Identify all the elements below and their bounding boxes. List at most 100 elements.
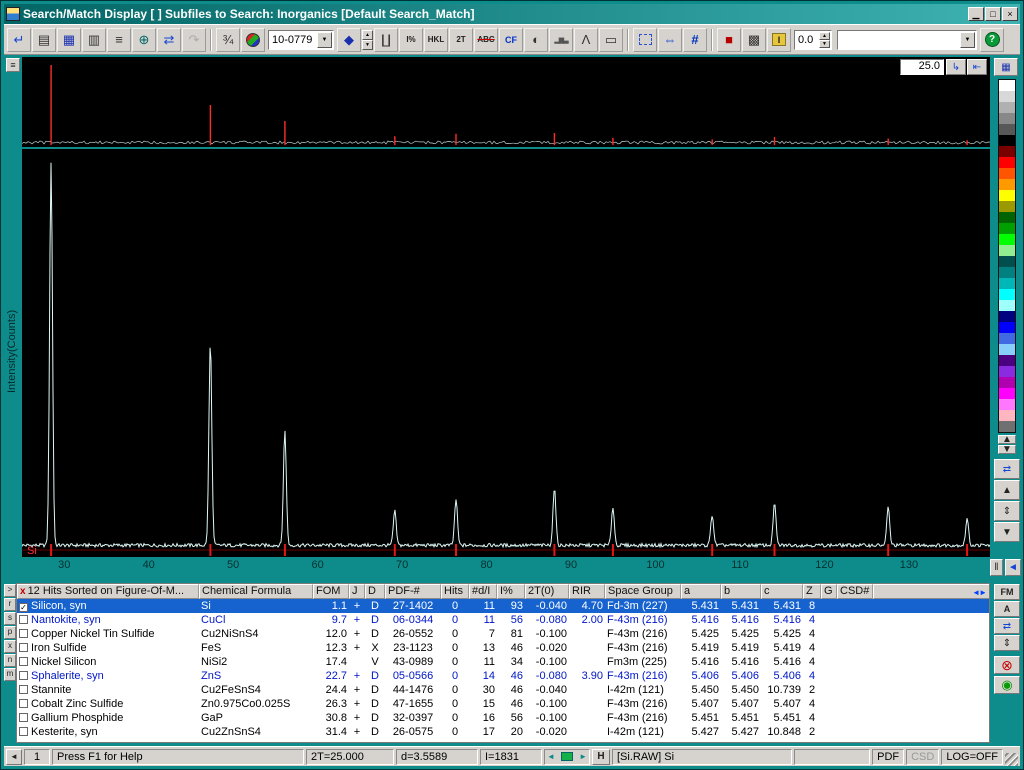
- theta-label-button[interactable]: 2T: [449, 28, 473, 52]
- simulate-globe-button[interactable]: [241, 28, 265, 52]
- palette-color[interactable]: [999, 91, 1015, 102]
- column-header-hits[interactable]: Hits: [441, 584, 469, 599]
- delete-hit-button[interactable]: ⊗: [994, 656, 1020, 674]
- scroll-left-icon[interactable]: ◄: [547, 750, 555, 764]
- zoom-box-button[interactable]: ▭: [599, 28, 623, 52]
- resize-grip[interactable]: [1005, 753, 1018, 766]
- row-checkbox[interactable]: [19, 699, 28, 708]
- row-hotkey-m[interactable]: m: [4, 668, 16, 681]
- palette-color[interactable]: [999, 179, 1015, 190]
- overview-chart[interactable]: [22, 57, 990, 147]
- chemical-formula-button[interactable]: CF: [499, 28, 523, 52]
- palette-color[interactable]: [999, 421, 1015, 432]
- palette-color[interactable]: [999, 344, 1015, 355]
- menu-button[interactable]: ≡: [6, 58, 20, 72]
- row-hotkey-p[interactable]: p: [4, 626, 16, 639]
- table-row[interactable]: Sphalerite, synZnS22.7+D05-056601446-0.0…: [17, 669, 989, 683]
- current-row-button[interactable]: >: [4, 584, 16, 597]
- exchange-button[interactable]: ⇄: [157, 28, 181, 52]
- help-button[interactable]: ?: [980, 28, 1004, 52]
- snap-corner-button[interactable]: ↳: [946, 59, 966, 75]
- hkl-label-button[interactable]: HKL: [424, 28, 448, 52]
- palette-color[interactable]: [999, 245, 1015, 256]
- swap-rows-button[interactable]: ⇕: [994, 635, 1020, 651]
- fm-sort-button[interactable]: FM: [994, 584, 1020, 600]
- palette-color[interactable]: [999, 80, 1015, 91]
- title-bar[interactable]: Search/Match Display [ ] Subfiles to Sea…: [4, 4, 1020, 24]
- scroll-thumb[interactable]: [561, 752, 573, 761]
- row-checkbox[interactable]: [19, 615, 28, 624]
- palette-color[interactable]: [999, 300, 1015, 311]
- background-button[interactable]: ¾: [216, 28, 240, 52]
- table-row[interactable]: Iron SulfideFeS12.3+X23-112301346-0.020F…: [17, 641, 989, 655]
- palette-color[interactable]: [999, 201, 1015, 212]
- column-header-b[interactable]: b: [721, 584, 761, 599]
- print-form-button[interactable]: ▥: [82, 28, 106, 52]
- table-row[interactable]: StanniteCu2FeSnS424.4+D44-147603046-0.04…: [17, 683, 989, 697]
- swap-columns-button[interactable]: ⇄: [994, 618, 1020, 634]
- pdf-spinner[interactable]: ▲▼: [362, 30, 373, 50]
- table-row[interactable]: Gallium PhosphideGaP30.8+D32-039701656-0…: [17, 711, 989, 725]
- palette-color[interactable]: [999, 322, 1015, 333]
- palette-color[interactable]: [999, 212, 1015, 223]
- row-hotkey-n[interactable]: n: [4, 654, 16, 667]
- row-checkbox[interactable]: [19, 727, 28, 736]
- table-row[interactable]: Nickel SiliconNiSi217.4V43-098901134-0.1…: [17, 655, 989, 669]
- home-left-button[interactable]: ⇤: [967, 59, 987, 75]
- pause-button[interactable]: ‖: [990, 559, 1003, 576]
- palette-scroll-down-button[interactable]: ▼: [998, 445, 1016, 454]
- column-header-nd[interactable]: #d/I: [469, 584, 497, 599]
- palette-color[interactable]: [999, 234, 1015, 245]
- pdf-status[interactable]: PDF: [872, 749, 904, 765]
- column-header-rir[interactable]: RIR: [569, 584, 605, 599]
- table-row[interactable]: Copper Nickel Tin SulfideCu2NiSnS412.0+D…: [17, 627, 989, 641]
- table-row[interactable]: Kesterite, synCu2ZnSnS431.4+D26-05750172…: [17, 725, 989, 739]
- amorphous-button[interactable]: A: [994, 601, 1020, 617]
- column-header-z[interactable]: Z: [803, 584, 821, 599]
- print-button[interactable]: ▤: [32, 28, 56, 52]
- red-swatch-button[interactable]: ■: [717, 28, 741, 52]
- abc-label-button[interactable]: ABC: [474, 28, 498, 52]
- pattern-scroll-widget[interactable]: ◄ ►: [544, 749, 590, 765]
- spin-up-icon[interactable]: ▲: [819, 32, 830, 40]
- row-checkbox[interactable]: [19, 671, 28, 680]
- spinner-arrows[interactable]: ▲▼: [819, 32, 830, 48]
- expand-button[interactable]: ⇔: [658, 28, 682, 52]
- info-gold-button[interactable]: I: [767, 28, 791, 52]
- phase-filter-combo[interactable]: ▼: [837, 30, 977, 50]
- palette-color[interactable]: [999, 333, 1015, 344]
- palette-color[interactable]: [999, 124, 1015, 135]
- minimize-button[interactable]: ▁: [968, 7, 984, 21]
- return-button[interactable]: ↵: [7, 28, 31, 52]
- palette-color[interactable]: [999, 190, 1015, 201]
- palette-color[interactable]: [999, 223, 1015, 234]
- close-button[interactable]: ×: [1002, 7, 1018, 21]
- dropdown-arrow-icon[interactable]: ▼: [317, 32, 332, 48]
- dropdown-arrow-icon[interactable]: ▼: [960, 32, 975, 48]
- select-area-button[interactable]: [633, 28, 657, 52]
- maximize-button[interactable]: □: [985, 7, 1001, 21]
- palette-color[interactable]: [999, 377, 1015, 388]
- table-scroll-left-button[interactable]: ◄: [6, 749, 22, 765]
- grid-button[interactable]: #: [683, 28, 707, 52]
- palette-color[interactable]: [999, 135, 1015, 146]
- palette-color[interactable]: [999, 168, 1015, 179]
- palette-color[interactable]: [999, 267, 1015, 278]
- table-row[interactable]: Cobalt Zinc SulfideZn0.975Co0.025S26.3+D…: [17, 697, 989, 711]
- hatch-button[interactable]: ▩: [742, 28, 766, 52]
- palette-color[interactable]: [999, 399, 1015, 410]
- spin-up-icon[interactable]: ▲: [362, 30, 373, 40]
- row-hotkey-r[interactable]: r: [4, 598, 16, 611]
- column-header-t0[interactable]: 2T(0): [525, 584, 569, 599]
- internet-button[interactable]: ⊕: [132, 28, 156, 52]
- mini-grid-button[interactable]: ▦: [994, 58, 1018, 76]
- column-header-fom[interactable]: FOM: [313, 584, 349, 599]
- invert-button[interactable]: ◐: [524, 28, 548, 52]
- column-header-a[interactable]: a: [681, 584, 721, 599]
- peak-marks-button[interactable]: ∐: [374, 28, 398, 52]
- h-button[interactable]: H: [592, 749, 610, 765]
- overlay-diamond-button[interactable]: ◆: [337, 28, 361, 52]
- log-status[interactable]: LOG=OFF: [941, 749, 1003, 765]
- profile-button[interactable]: Λ: [574, 28, 598, 52]
- palette-color[interactable]: [999, 113, 1015, 124]
